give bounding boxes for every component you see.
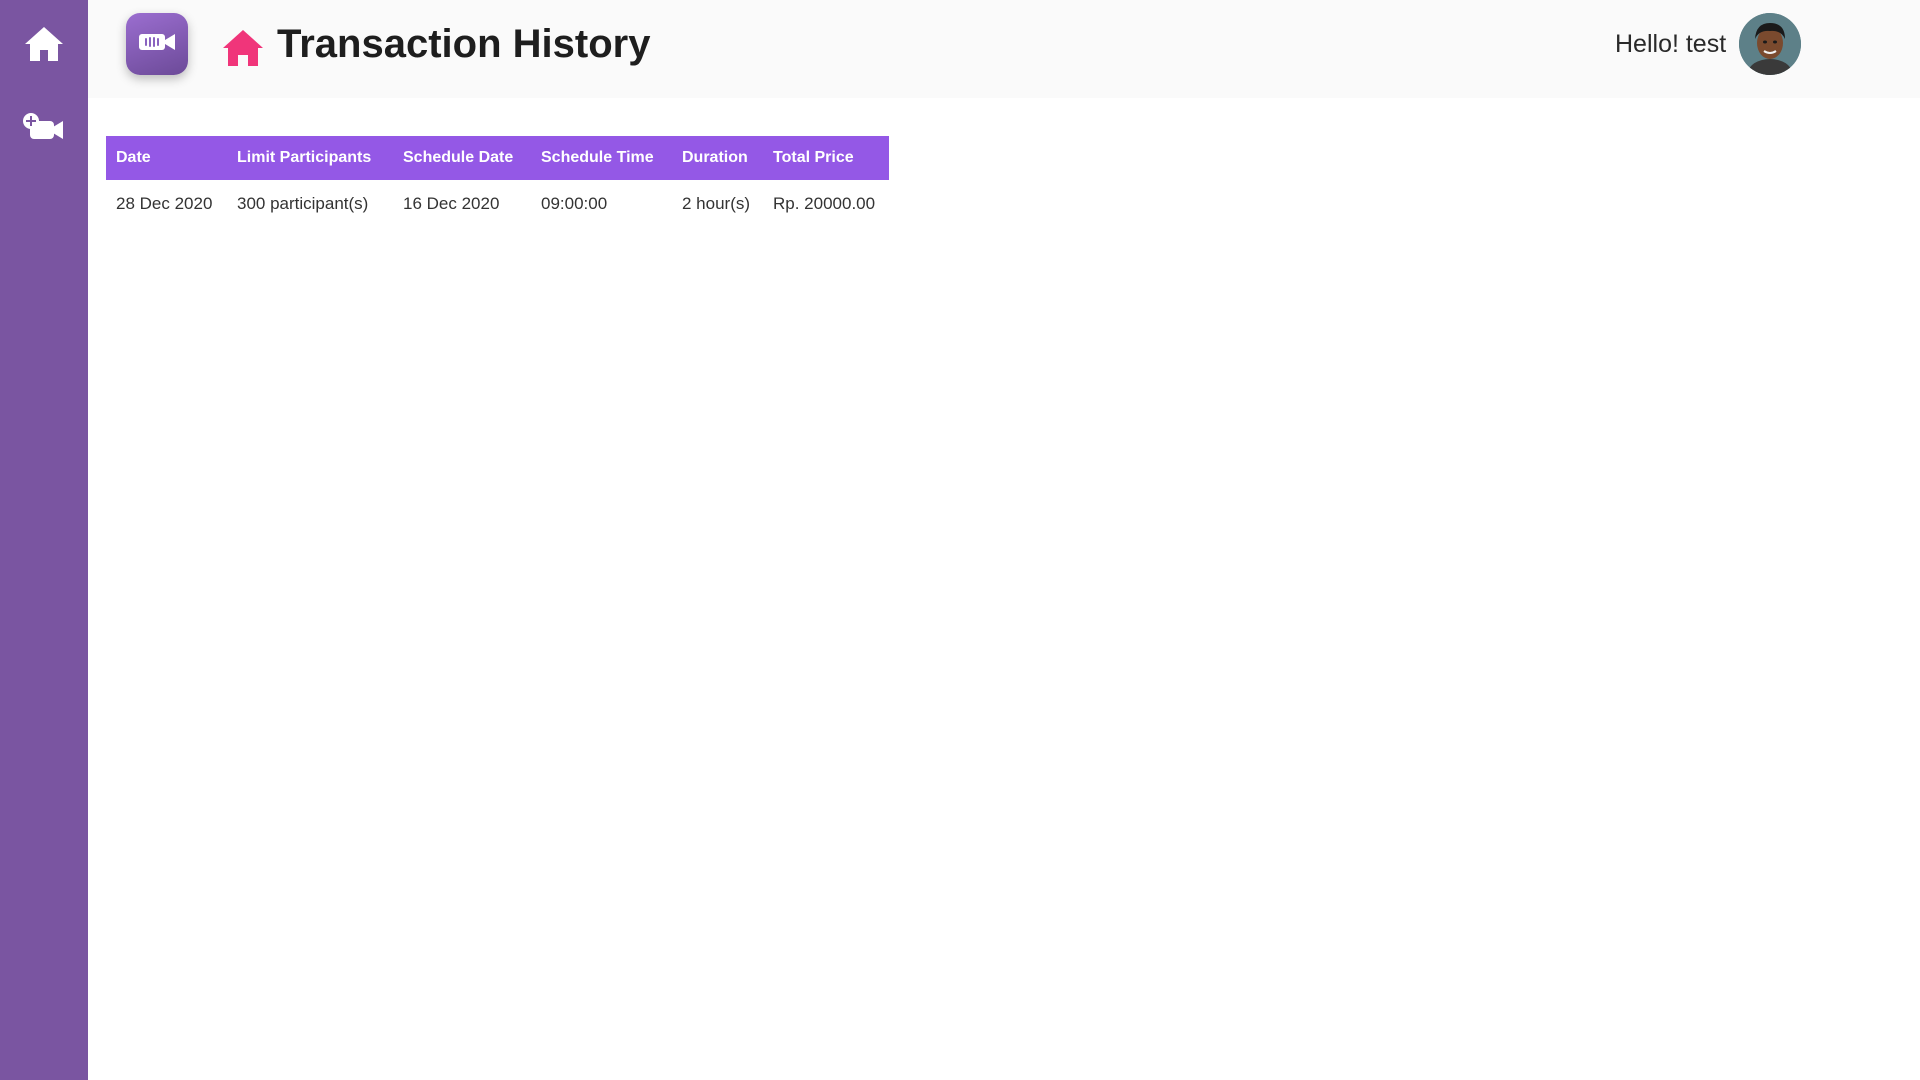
- column-header-schedule-time: Schedule Time: [541, 149, 654, 166]
- sidebar-item-home[interactable]: [0, 14, 88, 74]
- column-header-schedule-date: Schedule Date: [403, 149, 514, 166]
- top-bar: Transaction History Hello! test: [88, 0, 1920, 98]
- column-header-limit-participants: Limit Participants: [237, 149, 372, 166]
- app-logo[interactable]: [126, 13, 188, 75]
- user-greeting: Hello! test: [1615, 30, 1727, 58]
- home-icon: [23, 25, 65, 63]
- cell-total-price: Rp. 20000.00: [773, 194, 876, 213]
- cell-duration: 2 hour(s): [682, 194, 751, 213]
- cell-limit-participants: 300 participant(s): [237, 194, 369, 213]
- page-title: Transaction History: [277, 22, 651, 66]
- add-video-icon: [22, 112, 66, 144]
- home-icon: [222, 28, 264, 68]
- column-header-date: Date: [116, 149, 151, 166]
- cell-schedule-time: 09:00:00: [541, 194, 608, 213]
- column-header-total-price: Total Price: [773, 149, 854, 166]
- cell-schedule-date: 16 Dec 2020: [403, 194, 500, 213]
- table-header-row: Date Limit Participants Schedule Date Sc…: [106, 136, 889, 180]
- video-camera-icon: [138, 31, 176, 58]
- table-row: 28 Dec 2020 300 participant(s) 16 Dec 20…: [106, 180, 889, 228]
- transaction-table: Date Limit Participants Schedule Date Sc…: [106, 136, 889, 228]
- column-header-duration: Duration: [682, 149, 748, 166]
- avatar[interactable]: [1739, 13, 1801, 75]
- cell-date: 28 Dec 2020: [116, 194, 213, 213]
- sidebar-item-add-meeting[interactable]: [0, 98, 88, 158]
- sidebar: [0, 0, 88, 1080]
